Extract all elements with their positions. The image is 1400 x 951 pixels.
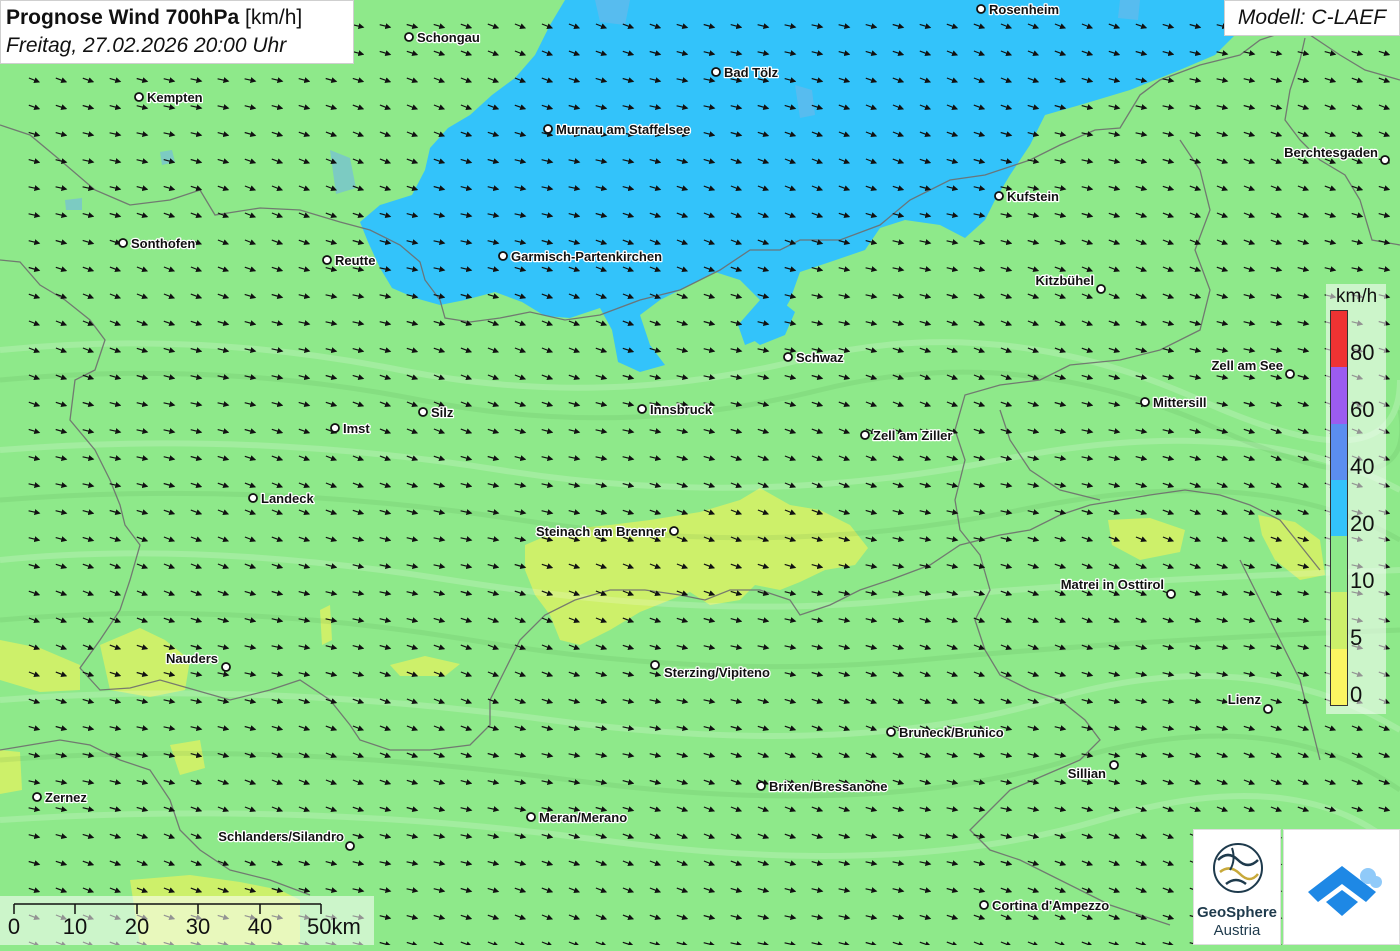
svg-text:Schongau: Schongau — [417, 30, 480, 45]
svg-text:Bad Tölz: Bad Tölz — [724, 65, 779, 80]
legend-segment — [1331, 536, 1347, 593]
svg-text:Lienz: Lienz — [1228, 692, 1262, 707]
model-label: Modell: C-LAEF — [1224, 0, 1400, 36]
svg-text:Zernez: Zernez — [45, 790, 87, 805]
legend-tick-80: 80 — [1350, 340, 1375, 365]
geosphere-logo-subtext: Austria — [1213, 922, 1261, 939]
svg-text:Sterzing/Vipiteno: Sterzing/Vipiteno — [664, 665, 770, 680]
svg-text:Zell am Ziller: Zell am Ziller — [873, 428, 952, 443]
city-murnau: Murnau am Staffelsee — [543, 121, 692, 138]
svg-text:Innsbruck: Innsbruck — [650, 402, 713, 417]
legend-tick-0: 0 — [1350, 682, 1363, 707]
svg-text:Kitzbühel: Kitzbühel — [1036, 273, 1095, 288]
svg-text:Brixen/Bressanone: Brixen/Bressanone — [769, 779, 888, 794]
geosphere-logo-text: GeoSphere — [1196, 904, 1278, 921]
legend-tick-10: 10 — [1350, 568, 1375, 593]
city-zell-am-ziller: Zell am Ziller — [860, 427, 954, 444]
scale-tick-40: 40 — [248, 914, 272, 939]
svg-text:Mittersill: Mittersill — [1153, 395, 1206, 410]
svg-text:Landeck: Landeck — [261, 491, 315, 506]
legend-segment — [1331, 367, 1347, 424]
scale-bar: 0 10 20 30 40 50km — [0, 896, 374, 945]
scale-tick-30: 30 — [186, 914, 210, 939]
svg-text:Nauders: Nauders — [166, 651, 218, 666]
city-meran: Meran/Merano — [526, 809, 628, 826]
svg-text:Kufstein: Kufstein — [1007, 189, 1059, 204]
legend-tick-20: 20 — [1350, 511, 1375, 536]
svg-text:Garmisch-Partenkirchen: Garmisch-Partenkirchen — [511, 249, 662, 264]
city-schongau: Schongau — [404, 29, 481, 46]
geosphere-emblem-icon — [1213, 843, 1263, 893]
svg-text:Matrei in Osttirol: Matrei in Osttirol — [1061, 577, 1164, 592]
scale-bar-graphic: 0 10 20 30 40 50km — [8, 903, 361, 939]
legend-tick-5: 5 — [1350, 625, 1363, 650]
svg-text:Bruneck/Brunico: Bruneck/Brunico — [899, 725, 1004, 740]
scale-tick-20: 20 — [125, 914, 149, 939]
svg-text:Murnau am Staffelsee: Murnau am Staffelsee — [556, 122, 690, 137]
map-title-main: Prognose Wind 700hPa — [6, 6, 240, 29]
city-garmisch: Garmisch-Partenkirchen — [498, 248, 663, 265]
city-sonthofen: Sonthofen — [118, 235, 197, 252]
city-steinach: Steinach am Brenner — [535, 523, 679, 540]
city-cortina: Cortina d'Ampezzo — [979, 897, 1111, 914]
svg-text:Steinach am Brenner: Steinach am Brenner — [536, 524, 666, 539]
city-bruneck: Bruneck/Brunico — [886, 724, 1005, 741]
svg-text:Meran/Merano: Meran/Merano — [539, 810, 627, 825]
weather-app-logo[interactable] — [1283, 829, 1400, 945]
legend-color-bar — [1330, 310, 1348, 706]
legend-segment — [1331, 479, 1347, 537]
svg-text:Schlanders/Silandro: Schlanders/Silandro — [218, 829, 344, 844]
svg-text:Sonthofen: Sonthofen — [131, 236, 195, 251]
svg-text:Silz: Silz — [431, 405, 454, 420]
svg-text:Cortina d'Ampezzo: Cortina d'Ampezzo — [992, 898, 1109, 913]
city-rosenheim: Rosenheim — [976, 1, 1060, 18]
color-legend: km/h 80 60 40 20 10 5 0 — [1326, 284, 1386, 714]
scale-tick-0: 0 — [8, 914, 20, 939]
svg-text:Sillian: Sillian — [1068, 766, 1106, 781]
city-brixen: Brixen/Bressanone — [756, 778, 889, 795]
legend-tick-60: 60 — [1350, 397, 1375, 422]
svg-text:Imst: Imst — [343, 421, 370, 436]
city-innsbruck: Innsbruck — [637, 401, 714, 418]
scale-tick-50km: 50km — [307, 914, 361, 939]
legend-unit: km/h — [1336, 286, 1378, 307]
svg-text:Reutte: Reutte — [335, 253, 375, 268]
title-box: Prognose Wind 700hPa [km/h] Freitag, 27.… — [0, 0, 354, 64]
svg-text:Schwaz: Schwaz — [796, 350, 844, 365]
svg-text:Rosenheim: Rosenheim — [989, 2, 1059, 17]
legend-tick-40: 40 — [1350, 454, 1375, 479]
legend-segment — [1331, 592, 1347, 649]
scale-tick-10: 10 — [63, 914, 87, 939]
legend-segment — [1331, 423, 1347, 480]
map-title-unit: [km/h] — [245, 6, 303, 29]
forecast-time: Freitag, 27.02.2026 20:00 Uhr — [6, 34, 287, 57]
svg-text:Kempten: Kempten — [147, 90, 203, 105]
wind-forecast-map: Rosenheim Schongau Bad Tölz Kempten Murn… — [0, 0, 1400, 945]
legend-segment — [1331, 648, 1347, 705]
svg-text:Berchtesgaden: Berchtesgaden — [1284, 145, 1378, 160]
map-title: Prognose Wind 700hPa [km/h] — [6, 4, 348, 32]
weather-app-logo-icon — [1308, 866, 1382, 916]
svg-text:Zell am See: Zell am See — [1211, 358, 1283, 373]
geosphere-logo[interactable]: GeoSphere Austria — [1193, 829, 1281, 945]
legend-segment — [1331, 311, 1347, 368]
